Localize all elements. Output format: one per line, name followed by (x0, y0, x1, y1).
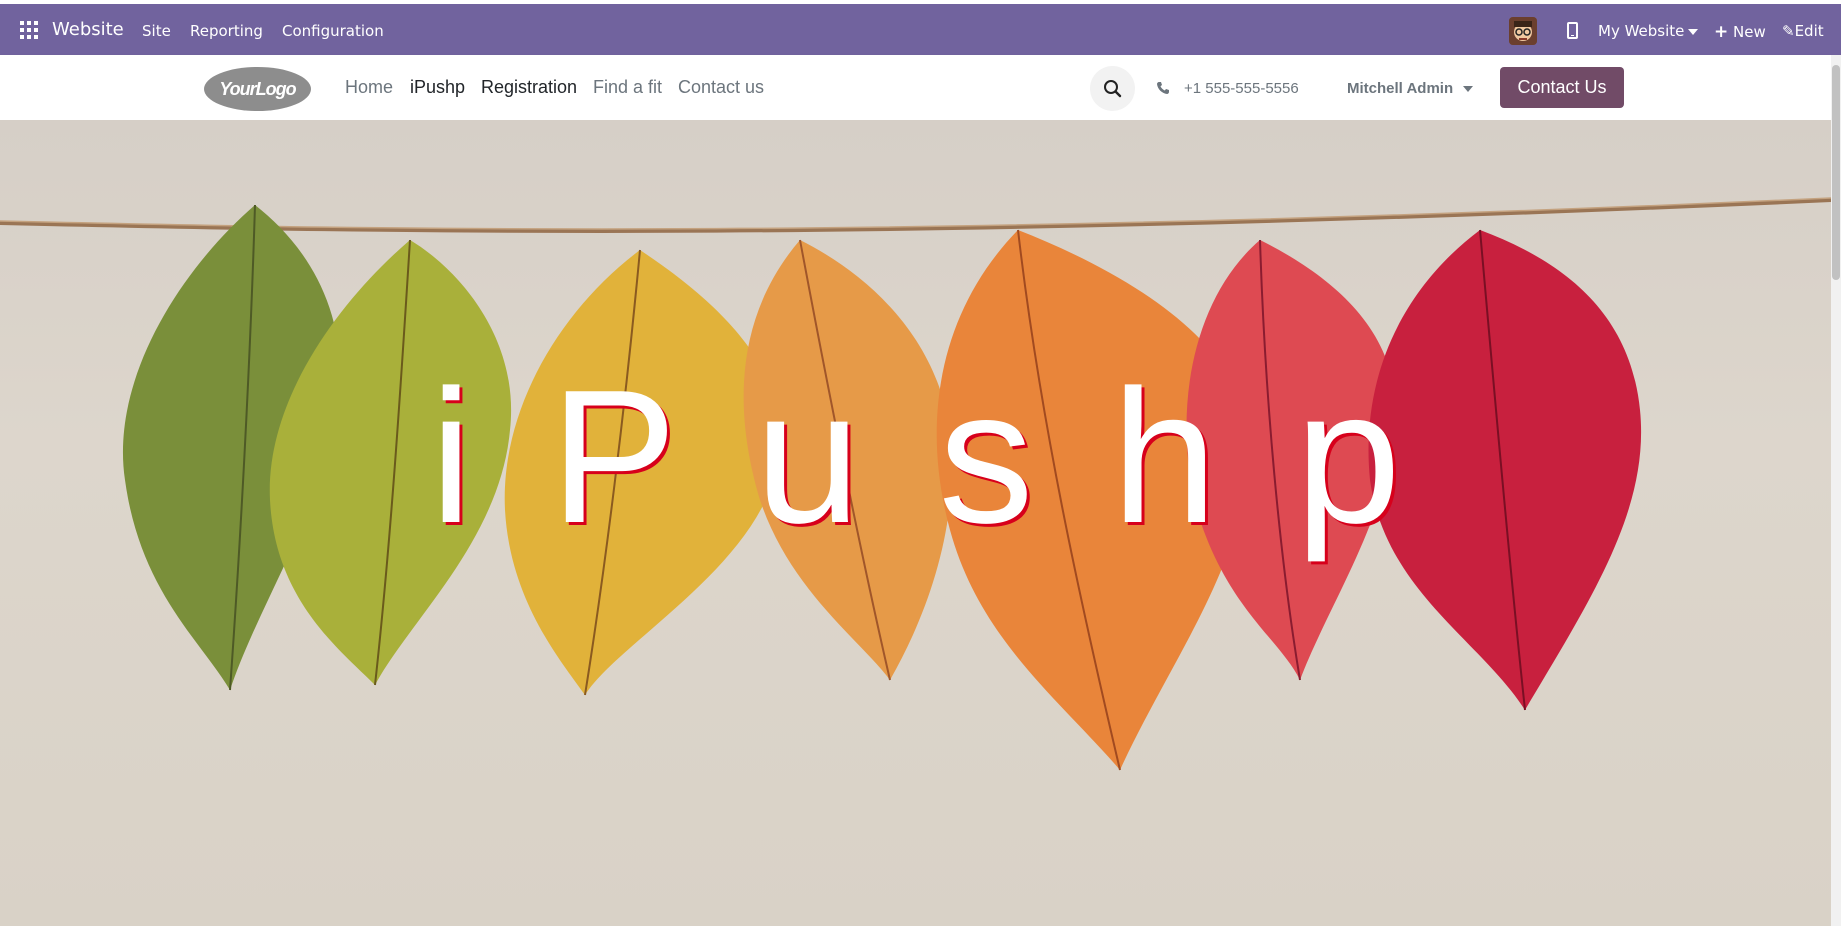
logo-text: YourLogo (219, 78, 296, 99)
mobile-preview-icon[interactable] (1567, 22, 1578, 39)
phone-icon (1157, 82, 1169, 94)
site-logo[interactable]: YourLogo (204, 67, 311, 111)
apps-menu-icon[interactable] (20, 21, 38, 39)
menu-site[interactable]: Site (142, 22, 171, 40)
contact-us-button[interactable]: Contact Us (1500, 67, 1624, 108)
menu-configuration[interactable]: Configuration (282, 22, 384, 40)
search-icon (1104, 80, 1122, 98)
hero-banner: iPushp (0, 120, 1831, 926)
user-avatar[interactable] (1509, 17, 1537, 45)
website-selector[interactable]: My Website (1598, 22, 1699, 40)
pencil-icon: ✎ (1782, 22, 1795, 40)
plus-icon: + (1714, 22, 1729, 42)
page-scrollbar[interactable] (1831, 55, 1841, 926)
nav-find-a-fit[interactable]: Find a fit (593, 77, 662, 98)
website-header: YourLogo Home iPushp Registration Find a… (0, 55, 1831, 120)
nav-contact-us[interactable]: Contact us (678, 77, 764, 98)
top-navbar: Website Site Reporting Configuration My … (0, 4, 1841, 55)
edit-button-label: Edit (1794, 22, 1824, 40)
new-button-label: New (1733, 23, 1766, 41)
nav-home[interactable]: Home (345, 77, 393, 98)
edit-button[interactable]: ✎Edit (1782, 22, 1824, 40)
user-name: Mitchell Admin (1347, 80, 1454, 97)
app-name[interactable]: Website (52, 19, 124, 40)
user-menu[interactable]: Mitchell Admin (1347, 80, 1474, 97)
menu-reporting[interactable]: Reporting (190, 22, 263, 40)
chevron-down-icon (1688, 28, 1699, 35)
chevron-down-icon (1463, 86, 1474, 93)
search-button[interactable] (1090, 66, 1135, 111)
new-button[interactable]: + New (1714, 22, 1766, 42)
hero-title: iPushp (430, 351, 1479, 563)
nav-ipushp[interactable]: iPushp (410, 77, 465, 98)
scrollbar-thumb[interactable] (1832, 65, 1840, 280)
website-selector-label: My Website (1598, 22, 1685, 40)
nav-registration[interactable]: Registration (481, 77, 577, 98)
phone-number[interactable]: +1 555-555-5556 (1184, 80, 1299, 97)
